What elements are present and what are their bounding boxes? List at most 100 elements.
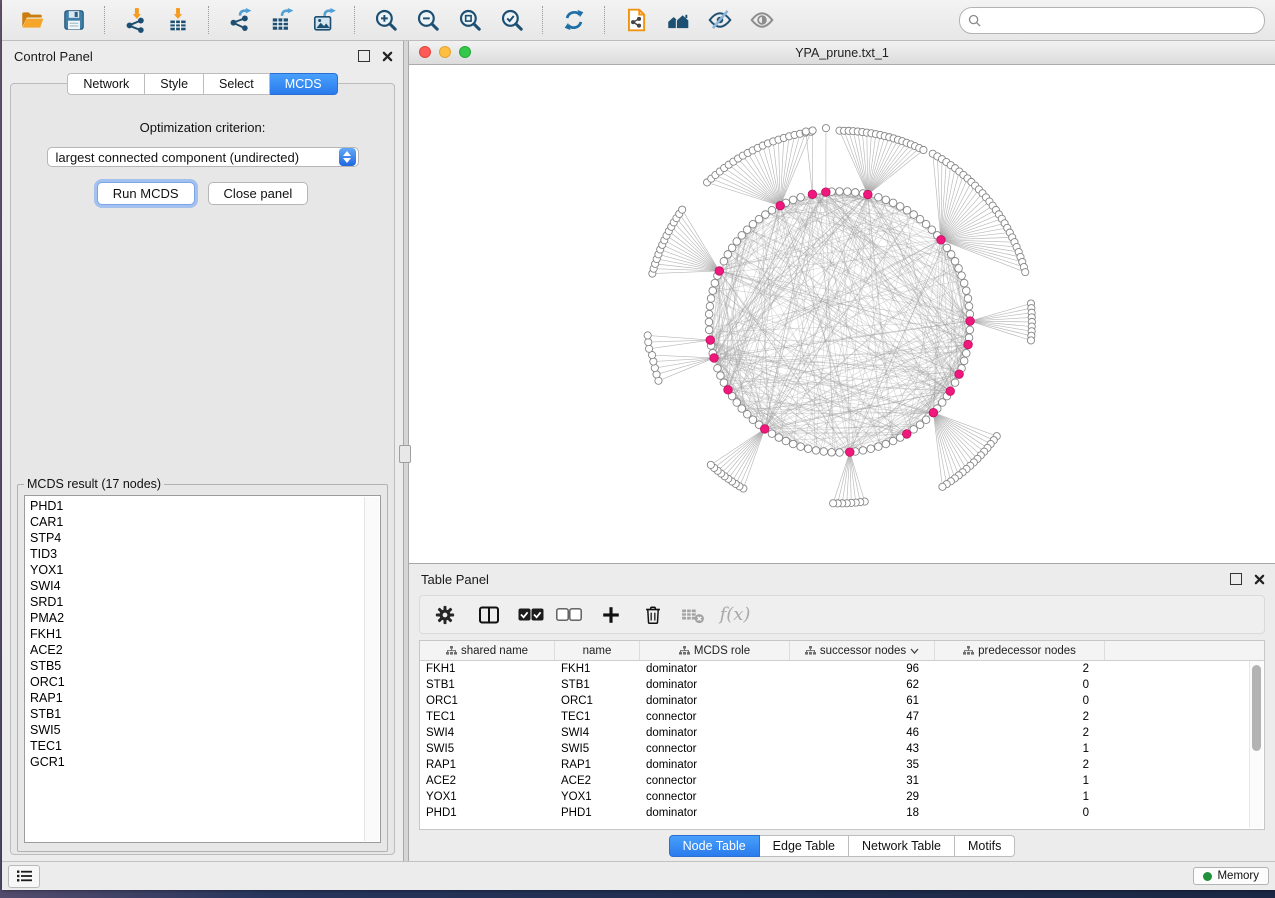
table-row[interactable]: SWI4SWI4dominator462 bbox=[420, 725, 1264, 741]
network-node[interactable] bbox=[724, 251, 732, 259]
network-node[interactable] bbox=[762, 211, 770, 219]
close-panel-icon[interactable] bbox=[1254, 574, 1265, 585]
mcds-result-item[interactable]: FKH1 bbox=[30, 626, 380, 642]
network-leaf-node[interactable] bbox=[939, 483, 946, 490]
network-leaf-node[interactable] bbox=[644, 332, 651, 339]
network-leaf-node[interactable] bbox=[920, 146, 927, 153]
share-network-document-button[interactable] bbox=[616, 3, 656, 37]
column-header-predecessor-nodes[interactable]: predecessor nodes bbox=[935, 641, 1105, 660]
network-node[interactable] bbox=[804, 445, 812, 453]
save-session-button[interactable] bbox=[54, 3, 94, 37]
mcds-result-item[interactable]: STP4 bbox=[30, 530, 380, 546]
network-node[interactable] bbox=[889, 437, 897, 445]
tab-network[interactable]: Network bbox=[67, 73, 145, 95]
network-leaf-node[interactable] bbox=[651, 364, 658, 371]
table-row[interactable]: ACE2ACE2connector311 bbox=[420, 773, 1264, 789]
network-hub-node[interactable] bbox=[902, 430, 911, 439]
network-node[interactable] bbox=[828, 449, 836, 457]
mcds-result-item[interactable]: STB5 bbox=[30, 658, 380, 674]
list-scrollbar[interactable] bbox=[364, 497, 379, 841]
network-leaf-node[interactable] bbox=[707, 461, 714, 468]
network-node[interactable] bbox=[707, 295, 715, 303]
network-node[interactable] bbox=[951, 379, 959, 387]
float-panel-icon[interactable] bbox=[1230, 573, 1242, 585]
search-box[interactable] bbox=[959, 7, 1265, 34]
run-mcds-button[interactable]: Run MCDS bbox=[97, 182, 195, 205]
mcds-result-item[interactable]: PMA2 bbox=[30, 610, 380, 626]
network-hub-node[interactable] bbox=[706, 336, 715, 345]
show-graphics-details-button[interactable] bbox=[742, 3, 782, 37]
network-node[interactable] bbox=[705, 326, 713, 334]
zoom-in-button[interactable] bbox=[366, 3, 406, 37]
network-node[interactable] bbox=[875, 443, 883, 451]
column-header-shared-name[interactable]: shared name bbox=[420, 641, 555, 660]
close-window-icon[interactable] bbox=[419, 46, 431, 58]
network-node[interactable] bbox=[768, 206, 776, 214]
table-row[interactable]: STB1STB1dominator620 bbox=[420, 677, 1264, 693]
export-network-button[interactable] bbox=[220, 3, 260, 37]
network-node[interactable] bbox=[836, 188, 844, 196]
criterion-select[interactable]: largest connected component (undirected) bbox=[47, 147, 359, 167]
network-node[interactable] bbox=[960, 357, 968, 365]
network-hub-node[interactable] bbox=[937, 236, 946, 245]
table-scrollbar[interactable] bbox=[1249, 661, 1263, 828]
network-node[interactable] bbox=[797, 194, 805, 202]
create-column-button[interactable] bbox=[594, 600, 628, 630]
network-hub-node[interactable] bbox=[776, 201, 785, 210]
network-node[interactable] bbox=[951, 257, 959, 265]
network-leaf-node[interactable] bbox=[650, 358, 657, 365]
export-image-button[interactable] bbox=[304, 3, 344, 37]
network-hub-node[interactable] bbox=[724, 386, 733, 395]
import-network-button[interactable] bbox=[116, 3, 156, 37]
panel-splitter[interactable] bbox=[403, 41, 409, 861]
network-node[interactable] bbox=[728, 244, 736, 252]
task-history-button[interactable] bbox=[8, 865, 40, 888]
network-canvas[interactable] bbox=[409, 65, 1275, 563]
network-node[interactable] bbox=[720, 257, 728, 265]
function-builder-button[interactable]: f(x) bbox=[718, 600, 752, 630]
mcds-result-item[interactable]: ORC1 bbox=[30, 674, 380, 690]
network-leaf-node[interactable] bbox=[1022, 269, 1029, 276]
network-node[interactable] bbox=[962, 349, 970, 357]
network-node[interactable] bbox=[820, 448, 828, 456]
network-node[interactable] bbox=[882, 196, 890, 204]
network-node[interactable] bbox=[947, 251, 955, 259]
tab-node-table[interactable]: Node Table bbox=[669, 835, 760, 857]
network-node[interactable] bbox=[910, 211, 918, 219]
tab-network-table[interactable]: Network Table bbox=[849, 835, 955, 857]
network-hub-node[interactable] bbox=[808, 190, 817, 199]
network-node[interactable] bbox=[733, 399, 741, 407]
network-hub-node[interactable] bbox=[845, 448, 854, 457]
tab-mcds[interactable]: MCDS bbox=[270, 73, 338, 95]
maximize-window-icon[interactable] bbox=[459, 46, 471, 58]
show-column-panel-button[interactable] bbox=[472, 600, 506, 630]
mcds-result-item[interactable]: PHD1 bbox=[30, 498, 380, 514]
network-node[interactable] bbox=[964, 295, 972, 303]
network-hub-node[interactable] bbox=[822, 188, 831, 197]
table-row[interactable]: TEC1TEC1connector472 bbox=[420, 709, 1264, 725]
network-hub-node[interactable] bbox=[864, 190, 873, 199]
mcds-result-item[interactable]: SRD1 bbox=[30, 594, 380, 610]
network-node[interactable] bbox=[717, 372, 725, 380]
mcds-result-item[interactable]: SWI5 bbox=[30, 722, 380, 738]
network-node[interactable] bbox=[943, 244, 951, 252]
column-header-mcds-role[interactable]: MCDS role bbox=[640, 641, 790, 660]
mcds-result-item[interactable]: TEC1 bbox=[30, 738, 380, 754]
network-node[interactable] bbox=[797, 443, 805, 451]
zoom-out-button[interactable] bbox=[408, 3, 448, 37]
scrollbar-thumb[interactable] bbox=[1252, 665, 1261, 751]
network-hub-node[interactable] bbox=[966, 317, 975, 326]
network-node[interactable] bbox=[711, 279, 719, 287]
table-row[interactable]: ORC1ORC1dominator610 bbox=[420, 693, 1264, 709]
network-node[interactable] bbox=[889, 199, 897, 207]
table-row[interactable]: SWI5SWI5connector431 bbox=[420, 741, 1264, 757]
home-networks-button[interactable] bbox=[658, 3, 698, 37]
deselect-all-columns-button[interactable] bbox=[552, 600, 586, 630]
table-row[interactable]: PHD1PHD1dominator180 bbox=[420, 805, 1264, 821]
column-header-name[interactable]: name bbox=[555, 641, 640, 660]
network-node[interactable] bbox=[755, 215, 763, 223]
hide-graphics-details-button[interactable] bbox=[700, 3, 740, 37]
column-header-successor-nodes[interactable]: successor nodes bbox=[790, 641, 935, 660]
table-settings-button[interactable] bbox=[428, 600, 462, 630]
mcds-result-item[interactable]: TID3 bbox=[30, 546, 380, 562]
